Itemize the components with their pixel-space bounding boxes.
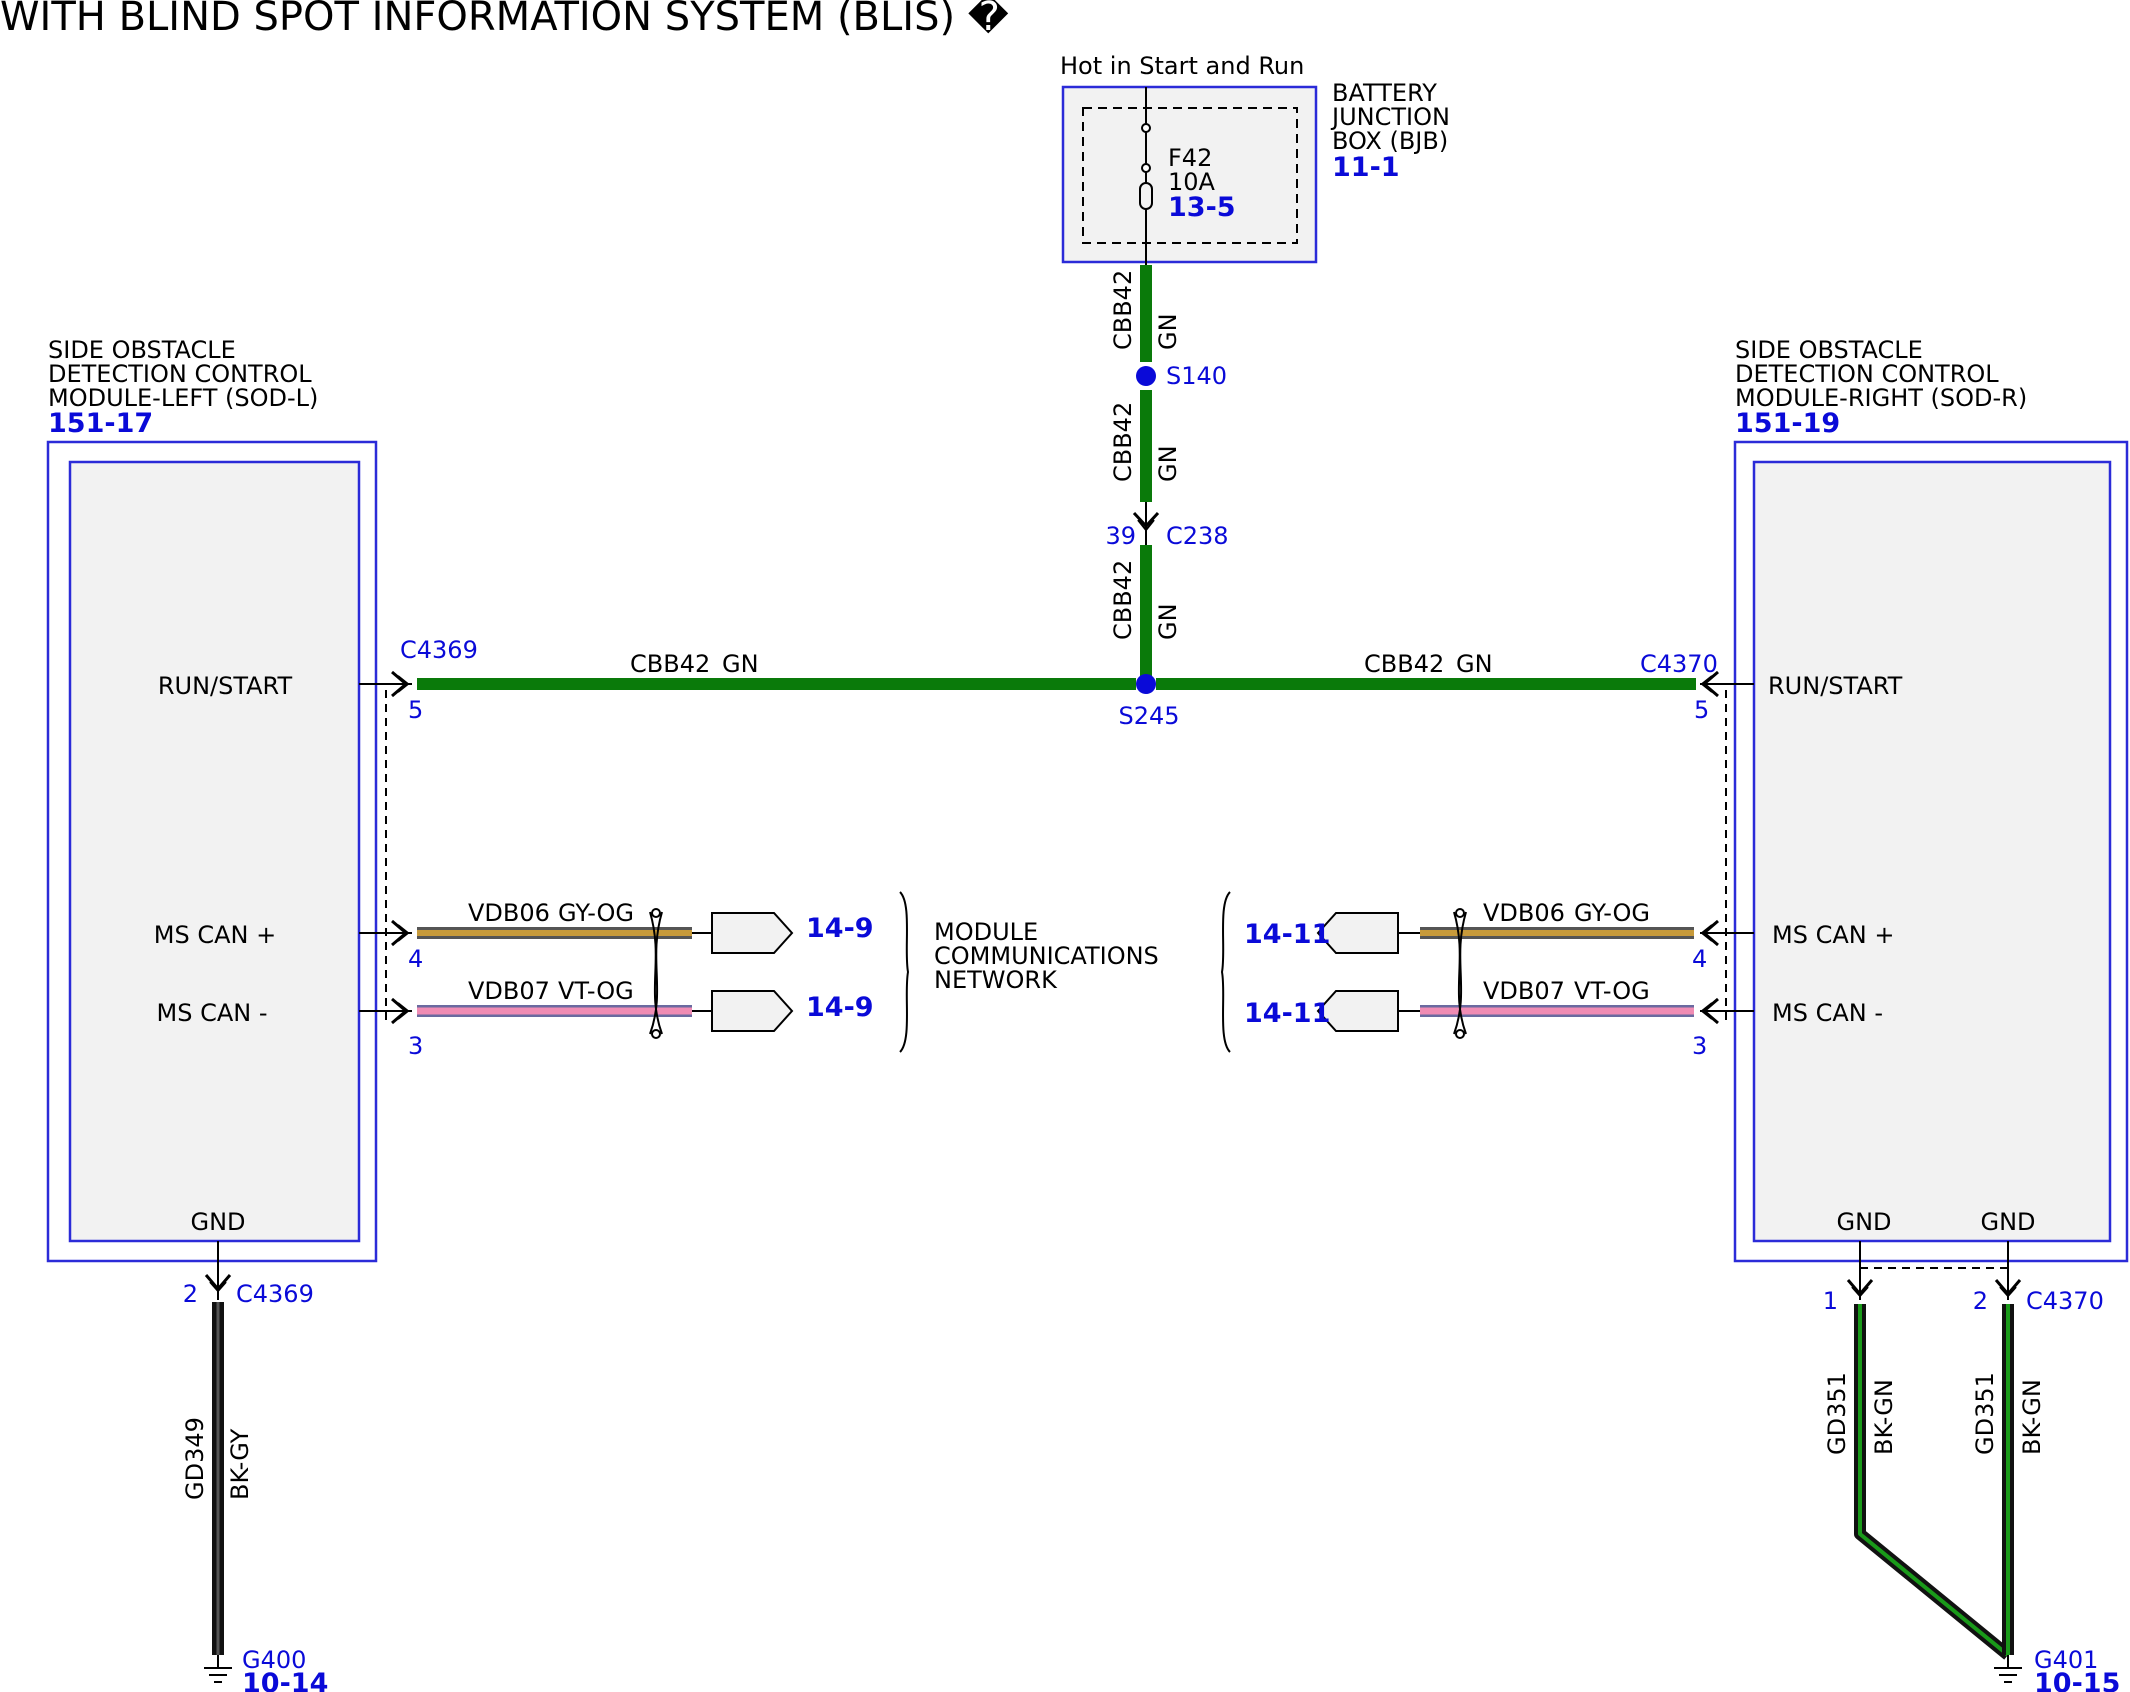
fuse-icon — [1139, 182, 1153, 210]
right-pin-gnd1-label: GND — [1836, 1208, 1891, 1236]
right-gnd1-color: BK-GN — [1870, 1379, 1898, 1455]
right-gnd2-pin: 2 — [1973, 1287, 1988, 1315]
right-can-minus-circuit: VDB07 — [1483, 977, 1565, 1005]
left-can-minus-color: VT-OG — [558, 977, 634, 1005]
left-mscanplus-pin: 4 — [408, 945, 423, 973]
connector-c238[interactable] — [1132, 502, 1160, 545]
right-pin-runstart-label: RUN/START — [1768, 672, 1903, 700]
right-gnd2-color: BK-GN — [2018, 1379, 2046, 1455]
left-pin-mscanplus-label: MS CAN + — [154, 921, 276, 949]
bjb-name-3: BOX (BJB) — [1332, 127, 1448, 155]
left-can-plus-color: GY-OG — [558, 899, 634, 927]
right-runstart-circuit: CBB42 — [1364, 650, 1444, 678]
left-pin-mscanminus-label: MS CAN - — [157, 999, 268, 1027]
right-ground-wires — [1854, 1304, 2014, 1660]
left-runstart-circuit: CBB42 — [630, 650, 710, 678]
left-gnd-pin: 2 — [183, 1280, 198, 1308]
left-can-plus-ref[interactable]: 14-9 — [806, 913, 874, 944]
right-can-minus-color: VT-OG — [1574, 977, 1650, 1005]
battery-junction-box: Hot in Start and Run F42 10A 13-5 BATTER… — [1060, 52, 1450, 265]
splice-s140[interactable] — [1136, 366, 1156, 386]
right-pin-mscanminus-label: MS CAN - — [1772, 999, 1883, 1027]
feed-circuit-3: CBB42 — [1109, 560, 1137, 640]
right-runstart-color: GN — [1456, 650, 1493, 678]
left-gnd-circuit: GD349 — [181, 1417, 209, 1500]
right-can-plus-ref[interactable]: 14-11 — [1244, 919, 1330, 950]
right-ground-icon — [1994, 1655, 2022, 1683]
right-runstart-pin: 5 — [1694, 696, 1709, 724]
right-network-bracket — [1220, 891, 1231, 1053]
left-connector-label: C4369 — [400, 636, 478, 664]
right-mscanplus-pin: 4 — [1692, 945, 1707, 973]
fuse-ref[interactable]: 13-5 — [1168, 192, 1236, 223]
right-can-plus-circuit: VDB06 — [1483, 899, 1565, 927]
power-source-label: Hot in Start and Run — [1060, 52, 1304, 80]
left-can-plus-circuit: VDB06 — [468, 899, 550, 927]
feed-circuit-2: CBB42 — [1109, 402, 1137, 482]
left-gnd-connector: C4369 — [236, 1280, 314, 1308]
page-title: WITH BLIND SPOT INFORMATION SYSTEM (BLIS… — [0, 0, 1009, 40]
left-mscanminus-pin: 3 — [408, 1032, 423, 1060]
splice-s245[interactable] — [1136, 674, 1156, 694]
left-network-bracket — [899, 891, 910, 1053]
right-ground-ref[interactable]: 10-15 — [2034, 1668, 2120, 1692]
right-gnd2-circuit: GD351 — [1971, 1372, 1999, 1455]
right-pin-gnd2-label: GND — [1980, 1208, 2035, 1236]
left-can-minus-ref[interactable]: 14-9 — [806, 992, 874, 1023]
right-pin-mscanplus-label: MS CAN + — [1772, 921, 1894, 949]
network-label-3: NETWORK — [934, 966, 1058, 994]
left-pin-runstart-label: RUN/START — [158, 672, 293, 700]
left-module-ref[interactable]: 151-17 — [48, 408, 153, 439]
right-connector-label: C4370 — [1640, 650, 1718, 678]
c238-label: C238 — [1166, 522, 1229, 550]
feed-wire: CBB42 GN CBB42 GN CBB42 GN — [1109, 265, 1182, 684]
right-module-ref[interactable]: 151-19 — [1735, 408, 1840, 439]
left-runstart-color: GN — [722, 650, 759, 678]
right-can-minus-ref[interactable]: 14-11 — [1244, 998, 1330, 1029]
bjb-ref[interactable]: 11-1 — [1332, 152, 1400, 183]
right-mscanminus-pin: 3 — [1692, 1032, 1707, 1060]
left-can-plus-network-arrow[interactable] — [711, 912, 794, 954]
feed-color-3: GN — [1154, 603, 1182, 640]
left-ground-ref[interactable]: 10-14 — [242, 1668, 328, 1692]
feed-circuit-1: CBB42 — [1109, 270, 1137, 350]
c238-pin: 39 — [1105, 522, 1136, 550]
right-module: SIDE OBSTACLE DETECTION CONTROL MODULE-R… — [1733, 336, 2129, 1263]
feed-color-1: GN — [1154, 313, 1182, 350]
left-can-minus-network-arrow[interactable] — [711, 990, 794, 1032]
right-gnd1-pin: 1 — [1823, 1287, 1838, 1315]
right-can-plus-color: GY-OG — [1574, 899, 1650, 927]
feed-color-2: GN — [1154, 445, 1182, 482]
left-pin-gnd-label: GND — [190, 1208, 245, 1236]
splice-s245-label: S245 — [1118, 702, 1179, 730]
left-ground-icon — [204, 1655, 232, 1683]
right-gnd1-circuit: GD351 — [1823, 1372, 1851, 1455]
right-gnd-connector: C4370 — [2026, 1287, 2104, 1315]
splice-s140-label: S140 — [1166, 362, 1227, 390]
left-gnd-color: BK-GY — [226, 1428, 254, 1500]
left-can-minus-circuit: VDB07 — [468, 977, 550, 1005]
left-runstart-pin: 5 — [408, 696, 423, 724]
left-module: SIDE OBSTACLE DETECTION CONTROL MODULE-L… — [46, 336, 378, 1263]
